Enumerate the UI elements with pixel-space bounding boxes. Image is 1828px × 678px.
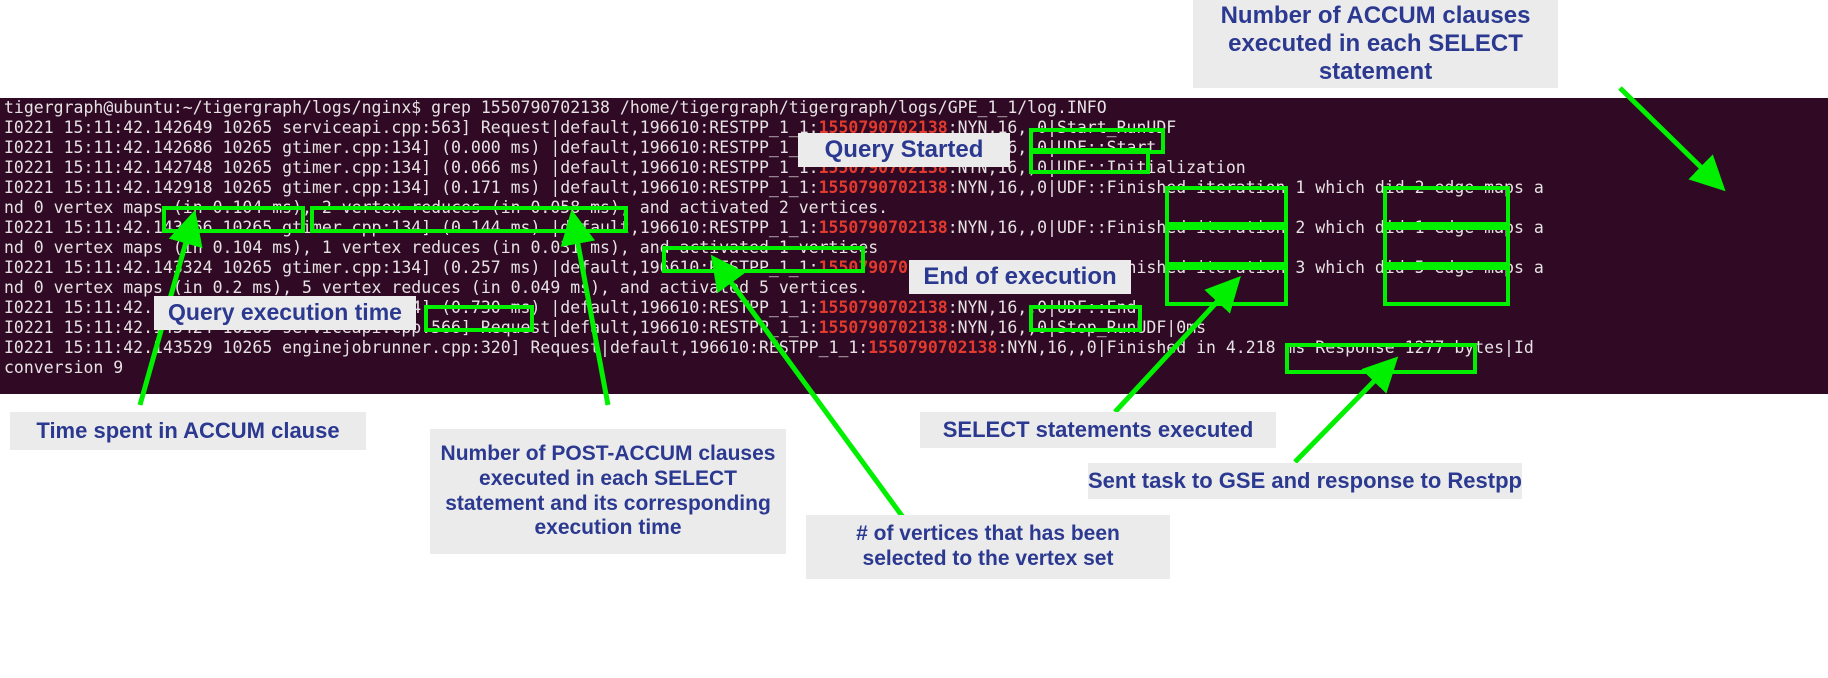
callout-sent-task-gse-text: Sent task to GSE and response to Restpp xyxy=(1088,468,1522,494)
terminal-line: I0221 15:11:42.143529 10265 enginejobrun… xyxy=(4,338,1534,357)
callout-query-started-text: Query Started xyxy=(824,135,984,163)
callout-accum-clauses: Number of ACCUM clauses executed in each… xyxy=(1193,0,1558,88)
terminal-line: I0221 15:11:42.143066 10265 gtimer.cpp:1… xyxy=(4,218,1544,237)
terminal-line: conversion 9 xyxy=(4,358,124,377)
terminal-line: nd 0 vertex maps (in 0.2 ms), 5 vertex r… xyxy=(4,278,869,297)
callout-vertices-selected: # of vertices that has been selected to … xyxy=(806,515,1170,579)
callout-vertices-selected-text: # of vertices that has been selected to … xyxy=(856,522,1120,570)
callout-sent-task-gse: Sent task to GSE and response to Restpp xyxy=(1088,463,1522,499)
callout-select-statements-text: SELECT statements executed xyxy=(942,417,1254,443)
callout-end-of-execution: End of execution xyxy=(909,260,1131,294)
callout-time-in-accum: Time spent in ACCUM clause xyxy=(10,412,366,450)
callout-accum-clauses-text: Number of ACCUM clauses executed in each… xyxy=(1220,1,1531,86)
terminal-line: tigergraph@ubuntu:~/tigergraph/logs/ngin… xyxy=(4,98,1107,117)
terminal-line: I0221 15:11:42.142918 10265 gtimer.cpp:1… xyxy=(4,178,1544,197)
callout-post-accum-clauses: Number of POST-ACCUM clauses executed in… xyxy=(430,429,786,554)
callout-end-of-execution-text: End of execution xyxy=(923,262,1117,290)
terminal-line: I0221 15:11:42.142748 10265 gtimer.cpp:1… xyxy=(4,158,1246,177)
callout-time-in-accum-text: Time spent in ACCUM clause xyxy=(36,418,340,444)
terminal-line: I0221 15:11:42.143324 10265 gtimer.cpp:1… xyxy=(4,258,1544,277)
callout-post-accum-clauses-text: Number of POST-ACCUM clauses executed in… xyxy=(440,441,776,540)
callout-query-execution-time: Query execution time xyxy=(154,296,416,330)
callout-query-started: Query Started xyxy=(798,133,1010,167)
callout-query-execution-time-text: Query execution time xyxy=(168,299,402,326)
callout-select-statements: SELECT statements executed xyxy=(920,412,1276,448)
terminal-line: nd 0 vertex maps (in 0.104 ms), 1 vertex… xyxy=(4,238,879,257)
annotated-log-screenshot: tigergraph@ubuntu:~/tigergraph/logs/ngin… xyxy=(0,0,1828,678)
terminal-line: nd 0 vertex maps (in 0.104 ms), 2 vertex… xyxy=(4,198,889,217)
